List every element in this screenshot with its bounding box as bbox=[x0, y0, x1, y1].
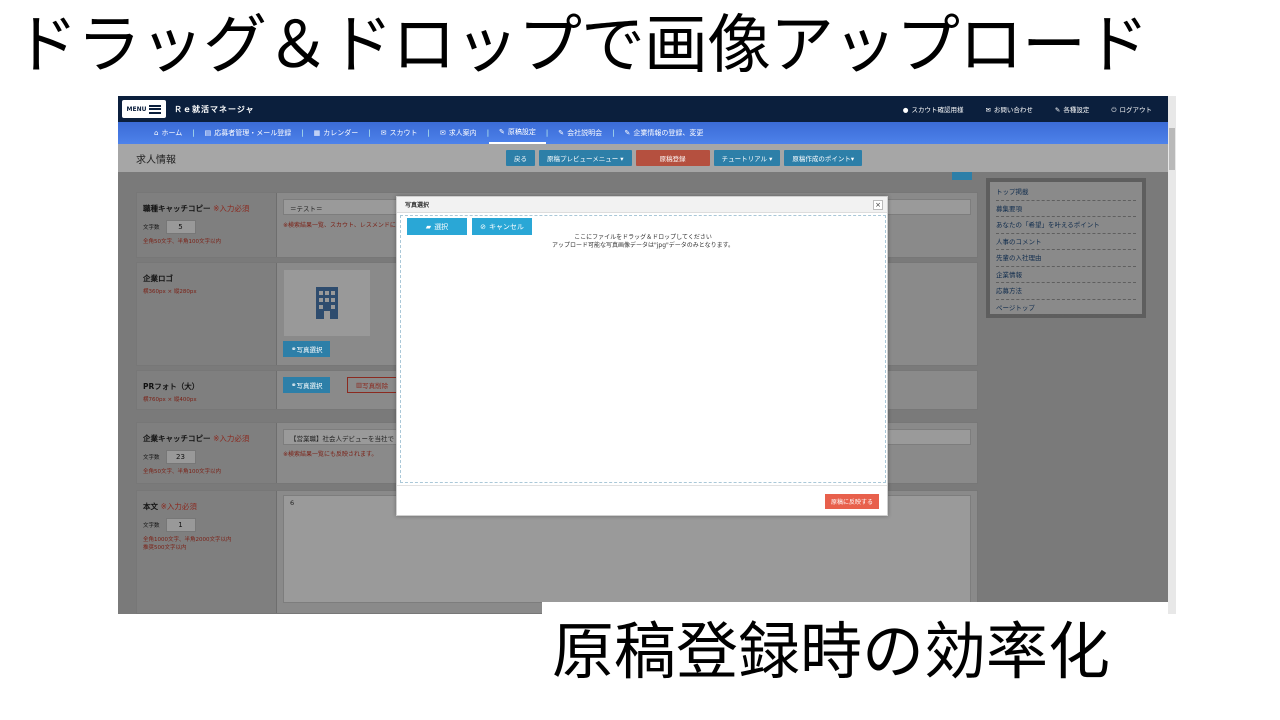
side-nav-item[interactable]: 募集要項 bbox=[996, 201, 1136, 217]
page-title: 求人情報 bbox=[136, 154, 176, 166]
tutorial-button[interactable]: チュートリアル ▾ bbox=[713, 150, 781, 166]
side-nav: トップ掲載 募集要項 あなたの「希望」を叶えるポイント 人事のコメント 先輩の入… bbox=[986, 178, 1146, 318]
menu-label: MENU bbox=[126, 105, 147, 113]
title-bar: 求人情報 戻る 原稿プレビューメニュー ▾ 原稿登録 チュートリアル ▾ 原稿作… bbox=[118, 144, 1168, 172]
nav-applicants[interactable]: ▤ 応募者管理・メール登録 bbox=[195, 128, 302, 138]
title-buttons: 戻る 原稿プレビューメニュー ▾ 原稿登録 チュートリアル ▾ 原稿作成のポイン… bbox=[506, 150, 863, 166]
mail-icon: ✉ bbox=[439, 129, 446, 137]
scrollbar[interactable] bbox=[1168, 96, 1176, 614]
list-icon: ▤ bbox=[204, 129, 212, 137]
hamburger-icon bbox=[149, 104, 162, 114]
top-link-settings[interactable]: ✎ 各種設定 bbox=[1055, 104, 1089, 115]
row-label: PRフォト（大） 横760px × 縦400px bbox=[137, 371, 277, 409]
select-button[interactable]: ▰ 選択 bbox=[407, 218, 467, 235]
top-link-contact[interactable]: ✉ お問い合わせ bbox=[985, 104, 1032, 115]
home-icon: ⌂ bbox=[154, 129, 159, 137]
row-label: 職種キャッチコピー ※入力必須 文字数 5 全角50文字、半角100文字以内 bbox=[137, 193, 277, 257]
subline: 原稿登録時の効率化 bbox=[552, 615, 1111, 688]
close-icon[interactable]: × bbox=[873, 200, 883, 210]
building-icon bbox=[316, 287, 338, 319]
drop-zone[interactable]: ▰ 選択 ⊘ キャンセル ここにファイルをドラッグ＆ドロップしてください アップロー… bbox=[400, 215, 886, 483]
preview-menu-button[interactable]: 原稿プレビューメニュー ▾ bbox=[539, 150, 632, 166]
row-label: 企業ロゴ 横360px × 縦280px bbox=[137, 263, 277, 365]
nav-home[interactable]: ⌂ ホーム bbox=[144, 128, 192, 138]
pencil-icon: ✎ bbox=[499, 128, 505, 136]
char-count: 5 bbox=[165, 220, 196, 234]
wrench-icon: ✎ bbox=[1054, 105, 1061, 114]
logo-select-photo-button[interactable]: ⚭ 写真選択 bbox=[283, 341, 331, 357]
char-count: 23 bbox=[165, 450, 196, 464]
top-links: ● スカウト確認用様 ✉ お問い合わせ ✎ 各種設定 ⏻ ログアウト bbox=[903, 104, 1152, 115]
side-nav-item[interactable]: トップ掲載 bbox=[996, 184, 1136, 201]
top-link-logout[interactable]: ⏻ ログアウト bbox=[1111, 104, 1152, 115]
nav-scout[interactable]: ✉ スカウト bbox=[371, 128, 428, 138]
logout-icon: ⏻ bbox=[1111, 105, 1117, 114]
apply-to-manuscript-button[interactable]: 原稿に反映する bbox=[824, 494, 879, 509]
side-nav-item[interactable]: 企業情報 bbox=[996, 267, 1136, 283]
scrollbar-thumb[interactable] bbox=[1169, 128, 1175, 170]
main-nav: ⌂ ホーム | ▤ 応募者管理・メール登録 | ▦ カレンダー | ✉ スカウト | ✉… bbox=[118, 122, 1168, 144]
menu-button[interactable]: MENU bbox=[122, 100, 166, 118]
folder-icon: ▰ bbox=[425, 222, 432, 231]
top-bar: MENU Ｒｅ就活マネージャ ● スカウト確認用様 ✉ お問い合わせ ✎ 各種設定 ⏻… bbox=[118, 96, 1168, 122]
register-button[interactable]: 原稿登録 bbox=[635, 150, 710, 166]
nav-calendar[interactable]: ▦ カレンダー bbox=[304, 128, 369, 138]
calendar-icon: ▦ bbox=[313, 129, 321, 137]
side-nav-item[interactable]: 先輩の入社理由 bbox=[996, 250, 1136, 267]
modal-title: 写真選択 bbox=[397, 197, 887, 213]
side-nav-item[interactable]: 人事のコメント bbox=[996, 234, 1136, 250]
drop-instructions: ここにファイルをドラッグ＆ドロップしてください アップロード可能な写真画像データ… bbox=[551, 234, 735, 249]
wrench-icon: ✎ bbox=[624, 129, 631, 137]
photo-select-modal: 写真選択 × ▰ 選択 ⊘ キャンセル ここにファイルをドラッグ＆ドロップしてくださ… bbox=[396, 196, 888, 516]
cancel-icon: ⊘ bbox=[480, 222, 486, 231]
headline: ドラッグ＆ドロップで画像アップロード bbox=[14, 9, 1149, 83]
nav-company-info[interactable]: ✎ 企業情報の登録、変更 bbox=[615, 128, 714, 138]
points-button[interactable]: 原稿作成のポイント▾ bbox=[784, 150, 863, 166]
pr-delete-photo-button[interactable]: ▥ 写真削除 bbox=[347, 377, 398, 393]
side-nav-item[interactable]: 応募方法 bbox=[996, 283, 1136, 300]
char-count: 1 bbox=[165, 518, 196, 532]
back-button[interactable]: 戻る bbox=[506, 150, 535, 166]
nav-job-info[interactable]: ✉ 求人案内 bbox=[430, 128, 487, 138]
mail-icon: ✉ bbox=[380, 129, 387, 137]
app-title: Ｒｅ就活マネージャ bbox=[174, 104, 255, 114]
side-nav-item[interactable]: あなたの「希望」を叶えるポイント bbox=[996, 217, 1136, 234]
mail-icon: ✉ bbox=[985, 105, 991, 114]
logo-preview bbox=[283, 269, 371, 337]
nav-manuscript[interactable]: ✎ 原稿設定 bbox=[489, 122, 546, 144]
pencil-icon: ✎ bbox=[558, 129, 565, 137]
side-nav-item[interactable]: ページトップ bbox=[996, 300, 1136, 316]
top-link-user[interactable]: ● スカウト確認用様 bbox=[903, 104, 964, 115]
nav-briefing[interactable]: ✎ 会社説明会 bbox=[548, 128, 612, 138]
cancel-button[interactable]: ⊘ キャンセル bbox=[472, 218, 532, 235]
pr-select-photo-button[interactable]: ⚭ 写真選択 bbox=[283, 377, 331, 393]
row-label: 企業キャッチコピー ※入力必須 文字数 23 全角50文字、半角100文字以内 bbox=[137, 423, 277, 483]
modal-footer: 原稿に反映する bbox=[397, 485, 887, 517]
row-label: 本文 ※入力必須 文字数 1 全角1000文字、半角2000文字以内 推奨500文字… bbox=[137, 491, 277, 613]
user-icon: ● bbox=[902, 105, 909, 114]
